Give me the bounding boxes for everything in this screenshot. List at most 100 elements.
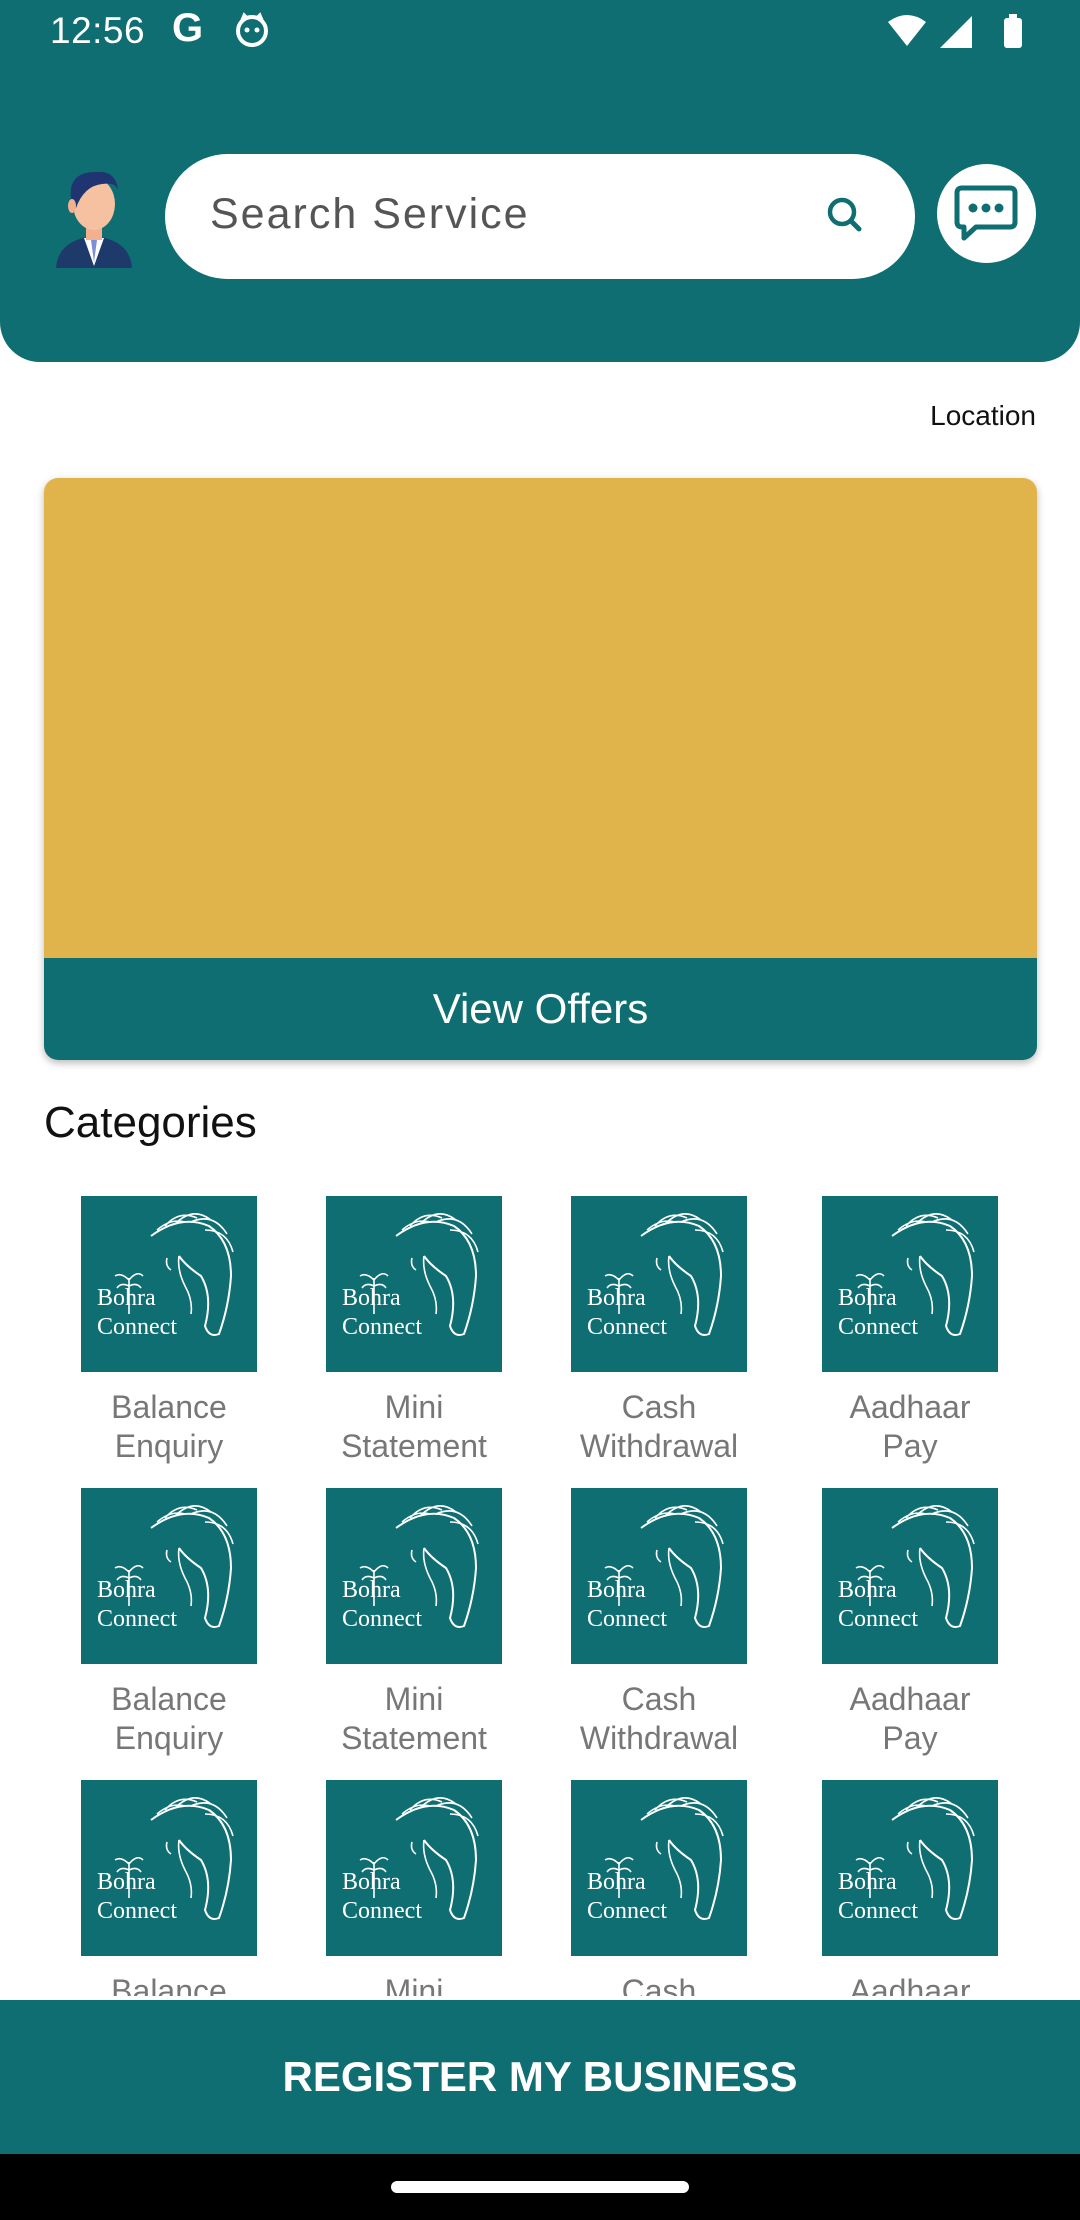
category-item[interactable]: Bohra Connect MiniStatement bbox=[294, 1196, 534, 1488]
brand-line: Bohra bbox=[342, 1869, 401, 1895]
app-header: 12:56 G Search Service bbox=[0, 0, 1080, 362]
category-label-line: Aadhaar bbox=[849, 1973, 971, 1996]
search-icon[interactable] bbox=[821, 192, 869, 240]
category-item[interactable]: Bohra Connect AadhaarPay bbox=[790, 1780, 1030, 1996]
brand-line: Bohra bbox=[838, 1285, 897, 1311]
avatar-icon[interactable] bbox=[54, 168, 134, 268]
status-bar: 12:56 G bbox=[0, 0, 1080, 66]
category-logo: Bohra Connect bbox=[571, 1780, 747, 1956]
category-logo: Bohra Connect bbox=[822, 1196, 998, 1372]
battery-icon bbox=[1004, 18, 1022, 48]
category-logo: Bohra Connect bbox=[326, 1780, 502, 1956]
category-label-line: Balance bbox=[111, 1389, 227, 1425]
category-logo: Bohra Connect bbox=[81, 1488, 257, 1664]
category-label: MiniStatement bbox=[294, 1680, 534, 1758]
category-label: MiniStatement bbox=[294, 1388, 534, 1466]
brand-text: Bohra Connect bbox=[97, 1576, 177, 1634]
category-label-line: Enquiry bbox=[114, 1428, 224, 1464]
brand-line: Connect bbox=[587, 1314, 667, 1340]
category-logo: Bohra Connect bbox=[822, 1488, 998, 1664]
chat-icon bbox=[954, 185, 1018, 241]
category-label-line: Mini bbox=[384, 1389, 444, 1425]
search-placeholder: Search Service bbox=[210, 190, 530, 238]
home-handle[interactable] bbox=[391, 2181, 689, 2193]
categories-title: Categories bbox=[44, 1098, 257, 1147]
category-label-line: Withdrawal bbox=[579, 1720, 739, 1756]
category-label-line: Cash bbox=[621, 1973, 697, 1996]
category-item[interactable]: Bohra Connect BalanceEnquiry bbox=[49, 1780, 289, 1996]
category-label-line: Pay bbox=[882, 1720, 938, 1756]
chat-button[interactable] bbox=[937, 164, 1036, 263]
google-icon: G bbox=[172, 6, 204, 50]
category-label-line: Statement bbox=[341, 1428, 487, 1464]
brand-line: Connect bbox=[838, 1606, 918, 1632]
category-label-line: Withdrawal bbox=[579, 1428, 739, 1464]
category-item[interactable]: Bohra Connect MiniStatement bbox=[294, 1780, 534, 1996]
category-label: BalanceEnquiry bbox=[49, 1680, 289, 1758]
category-label-line: Balance bbox=[111, 1681, 227, 1717]
brand-text: Bohra Connect bbox=[97, 1868, 177, 1926]
category-label: BalanceEnquiry bbox=[49, 1388, 289, 1466]
register-business-button[interactable]: REGISTER MY BUSINESS bbox=[0, 2000, 1080, 2154]
category-label: AadhaarPay bbox=[790, 1972, 1030, 1996]
offers-banner[interactable]: View Offers bbox=[44, 478, 1037, 1060]
category-label-line: Statement bbox=[341, 1720, 487, 1756]
cat-icon bbox=[236, 12, 268, 47]
brand-text: Bohra Connect bbox=[342, 1868, 422, 1926]
category-item[interactable]: Bohra Connect BalanceEnquiry bbox=[49, 1196, 289, 1488]
search-input[interactable]: Search Service bbox=[165, 154, 915, 279]
brand-line: Connect bbox=[97, 1606, 177, 1632]
brand-text: Bohra Connect bbox=[587, 1868, 667, 1926]
category-label-line: Mini bbox=[384, 1973, 444, 1996]
signal-icon bbox=[940, 16, 972, 48]
category-item[interactable]: Bohra Connect AadhaarPay bbox=[790, 1488, 1030, 1780]
category-item[interactable]: Bohra Connect BalanceEnquiry bbox=[49, 1488, 289, 1780]
status-time: 12:56 bbox=[50, 10, 146, 51]
category-label-line: Aadhaar bbox=[849, 1389, 971, 1425]
brand-text: Bohra Connect bbox=[838, 1868, 918, 1926]
category-logo: Bohra Connect bbox=[571, 1488, 747, 1664]
brand-line: Connect bbox=[342, 1606, 422, 1632]
brand-line: Connect bbox=[587, 1898, 667, 1924]
brand-line: Connect bbox=[97, 1898, 177, 1924]
brand-text: Bohra Connect bbox=[587, 1576, 667, 1634]
category-item[interactable]: Bohra Connect AadhaarPay bbox=[790, 1196, 1030, 1488]
brand-text: Bohra Connect bbox=[97, 1284, 177, 1342]
brand-text: Bohra Connect bbox=[587, 1284, 667, 1342]
view-offers-button[interactable]: View Offers bbox=[44, 958, 1037, 1060]
category-logo: Bohra Connect bbox=[326, 1196, 502, 1372]
category-label: AadhaarPay bbox=[790, 1388, 1030, 1466]
banner-image bbox=[44, 478, 1037, 958]
location-link[interactable]: Location bbox=[930, 400, 1036, 432]
category-item[interactable]: Bohra Connect CashWithdrawal bbox=[539, 1488, 779, 1780]
category-label-line: Cash bbox=[621, 1681, 697, 1717]
category-logo: Bohra Connect bbox=[326, 1488, 502, 1664]
category-label: MiniStatement bbox=[294, 1972, 534, 1996]
brand-line: Bohra bbox=[97, 1285, 156, 1311]
category-label: CashWithdrawal bbox=[539, 1680, 779, 1758]
category-item[interactable]: Bohra Connect CashWithdrawal bbox=[539, 1196, 779, 1488]
brand-line: Bohra bbox=[342, 1285, 401, 1311]
system-status-icons bbox=[888, 14, 1022, 48]
category-logo: Bohra Connect bbox=[81, 1196, 257, 1372]
category-logo: Bohra Connect bbox=[822, 1780, 998, 1956]
brand-text: Bohra Connect bbox=[838, 1576, 918, 1634]
category-item[interactable]: Bohra Connect CashWithdrawal bbox=[539, 1780, 779, 1996]
brand-line: Connect bbox=[587, 1606, 667, 1632]
wifi-icon bbox=[888, 15, 926, 46]
brand-line: Connect bbox=[342, 1898, 422, 1924]
category-label-line: Mini bbox=[384, 1681, 444, 1717]
brand-text: Bohra Connect bbox=[838, 1284, 918, 1342]
category-label: CashWithdrawal bbox=[539, 1972, 779, 1996]
category-item[interactable]: Bohra Connect MiniStatement bbox=[294, 1488, 534, 1780]
category-label-line: Cash bbox=[621, 1389, 697, 1425]
brand-text: Bohra Connect bbox=[342, 1576, 422, 1634]
category-label-line: Enquiry bbox=[114, 1720, 224, 1756]
category-logo: Bohra Connect bbox=[571, 1196, 747, 1372]
category-label: CashWithdrawal bbox=[539, 1388, 779, 1466]
brand-line: Bohra bbox=[587, 1577, 646, 1603]
brand-line: Bohra bbox=[587, 1869, 646, 1895]
brand-line: Bohra bbox=[587, 1285, 646, 1311]
brand-line: Bohra bbox=[838, 1869, 897, 1895]
category-label: BalanceEnquiry bbox=[49, 1972, 289, 1996]
